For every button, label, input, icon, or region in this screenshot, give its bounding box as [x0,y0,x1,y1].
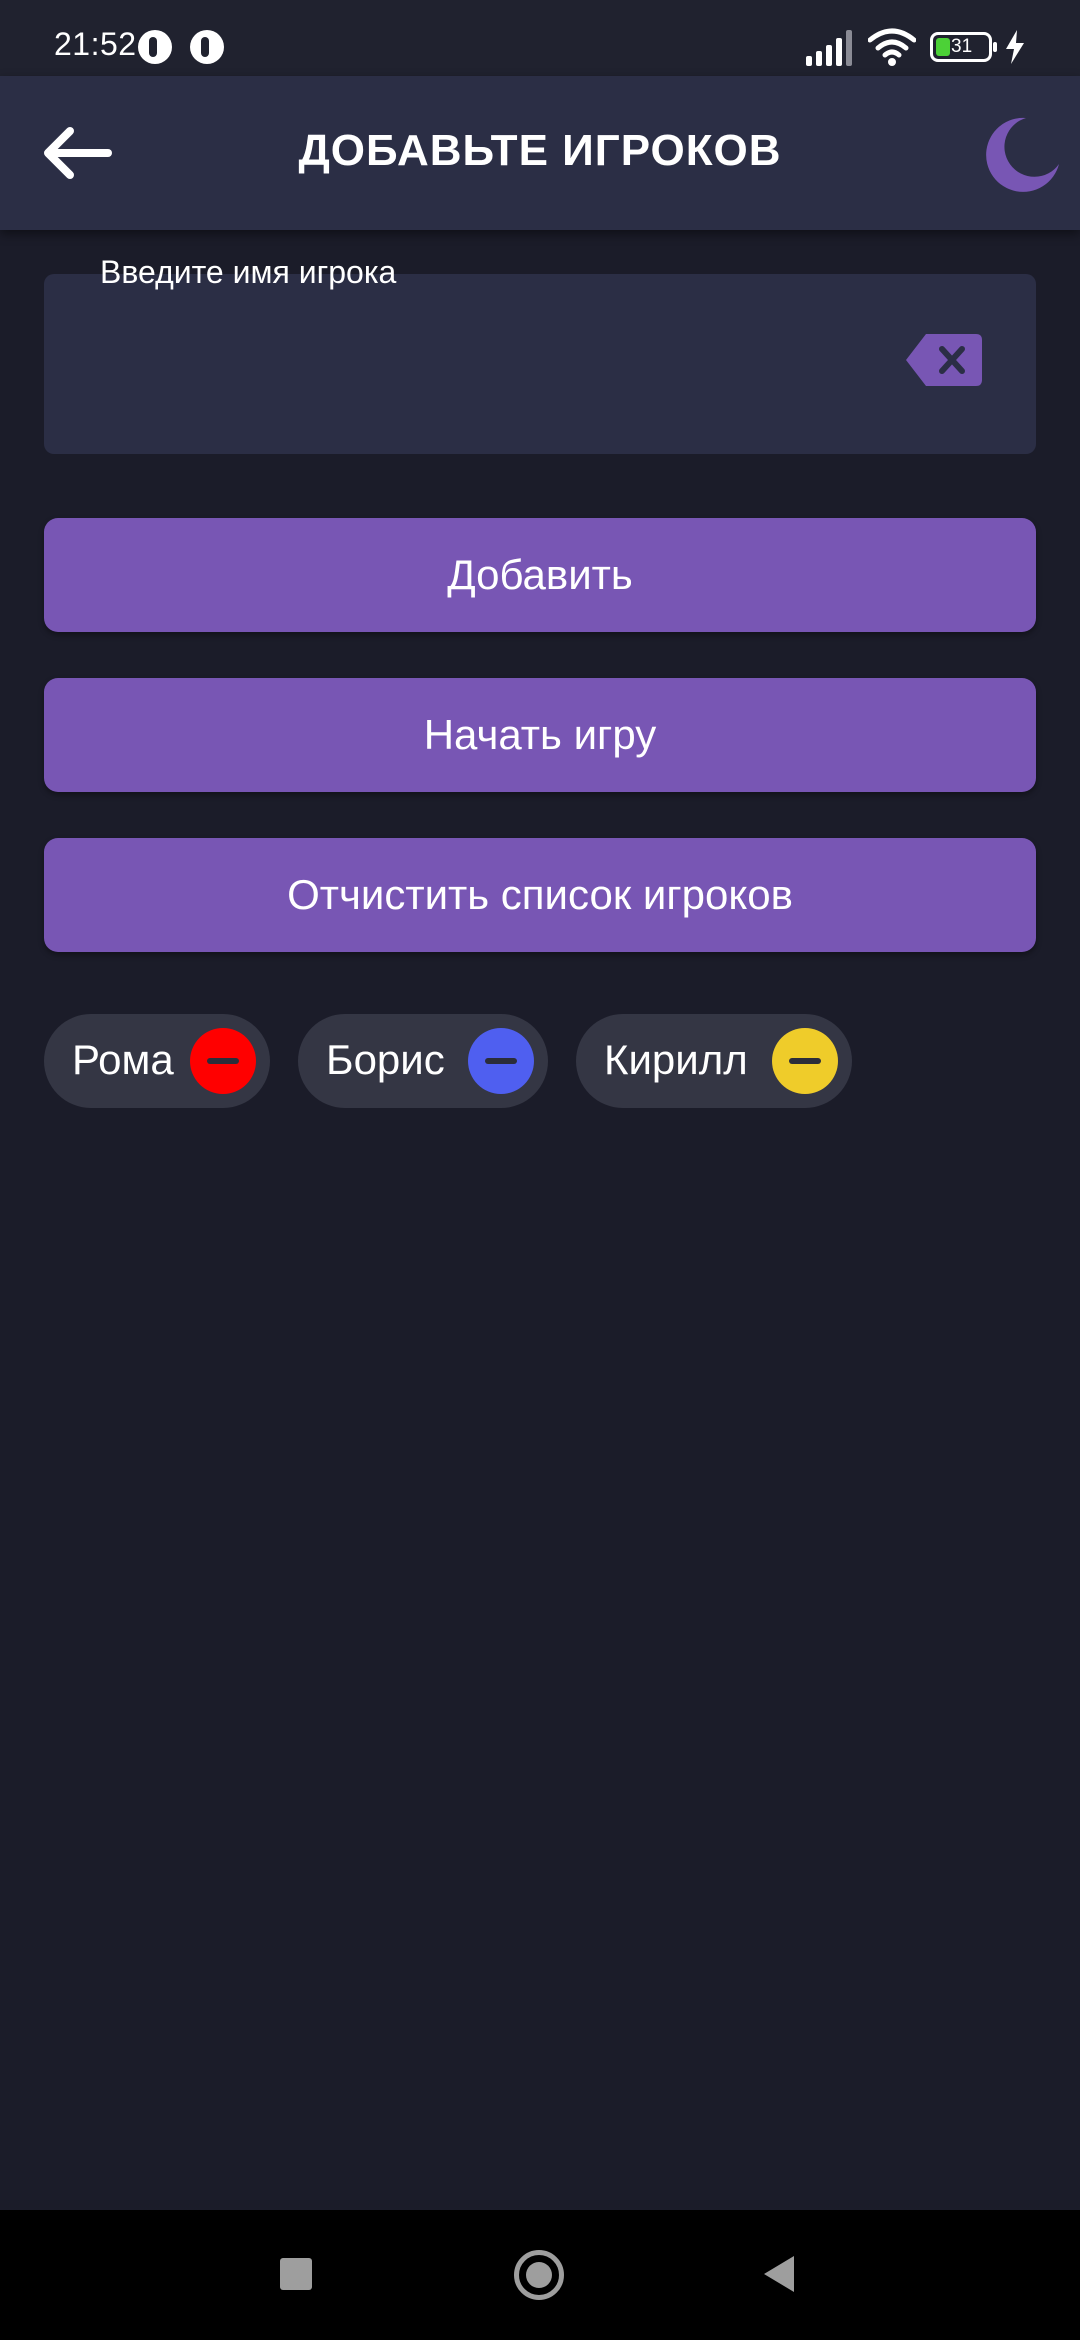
backspace-clear-icon[interactable] [906,334,982,386]
recents-icon[interactable] [280,2258,312,2290]
player-name-label: Введите имя игрока [100,254,397,290]
clear-players-button[interactable]: Отчистить список игроков [44,838,1036,952]
status-bar: 21:52 31 [0,0,1080,76]
player-chip-roma: Рома [44,1014,270,1108]
wifi-icon [868,28,916,66]
player-name-input[interactable] [100,340,924,392]
home-icon[interactable] [514,2250,564,2300]
player-name: Борис [326,1036,445,1083]
notification-app-icon-2 [190,30,224,64]
notification-app-icon [138,30,172,64]
remove-player-icon[interactable] [772,1028,838,1094]
remove-player-icon[interactable] [468,1028,534,1094]
battery-level: 31 [951,36,973,57]
status-time: 21:52 [54,26,137,62]
charging-icon [1006,30,1024,64]
back-triangle-icon[interactable] [764,2256,794,2292]
remove-player-icon[interactable] [190,1028,256,1094]
app-header: ДОБАВЬТЕ ИГРОКОВ [0,76,1080,230]
player-name: Рома [72,1036,174,1083]
signal-icon [806,30,852,66]
player-name: Кирилл [604,1036,748,1083]
player-chip-kirill: Кирилл [576,1014,852,1108]
start-game-button[interactable]: Начать игру [44,678,1036,792]
battery-fill [936,38,950,56]
player-chip-boris: Борис [298,1014,548,1108]
page-title: ДОБАВЬТЕ ИГРОКОВ [298,126,782,175]
add-player-button[interactable]: Добавить [44,518,1036,632]
moon-icon[interactable] [982,116,1060,194]
battery-icon: 31 [930,32,997,62]
battery-tip [993,42,997,52]
app-screen: 21:52 31 ДОБАВЬТЕ ИГРОКОВ Введите имя иг… [0,0,1080,2340]
system-nav-bar [0,2210,1080,2340]
